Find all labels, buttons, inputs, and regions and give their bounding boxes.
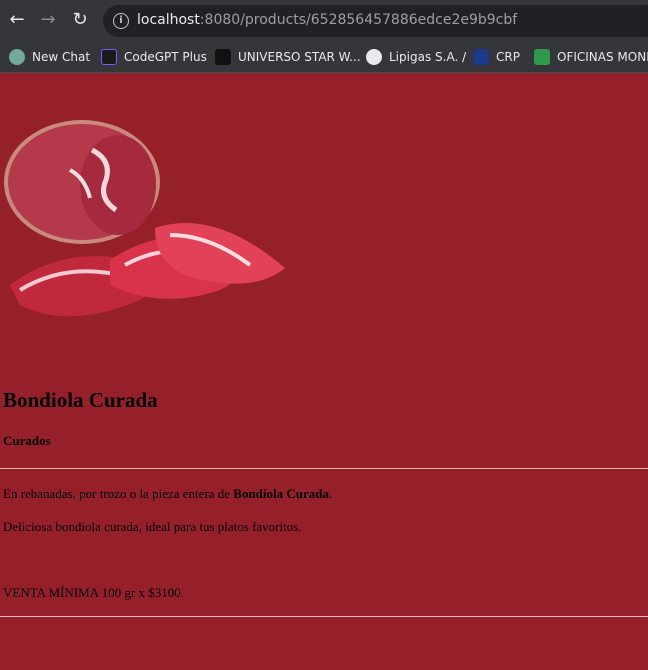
intro-suffix: . <box>329 486 333 501</box>
bookmark-label: OFICINAS MONDA <box>557 50 648 64</box>
intro-text: En rebanadas, por trozo o la pieza enter… <box>3 486 234 501</box>
bookmark-label: CRP <box>496 50 520 64</box>
plus-icon <box>534 49 550 65</box>
intro-product-name: Bondiola Curada <box>233 486 330 501</box>
bookmark-crp[interactable]: CRP <box>473 48 520 66</box>
bookmark-label: CodeGPT Plus <box>124 50 207 64</box>
product-description: Deliciosa bondiola curada, ideal para tu… <box>3 519 302 534</box>
starwars-icon <box>215 49 231 65</box>
product-category: Curados <box>3 433 51 448</box>
bookmark-new-chat[interactable]: New Chat <box>9 48 90 66</box>
eu-flag-icon <box>473 49 489 65</box>
minimum-sale-info: VENTA MÍNIMA 100 gr x $3100. <box>3 585 184 600</box>
divider <box>0 616 648 617</box>
back-arrow-icon[interactable]: ← <box>6 9 28 31</box>
browser-toolbar: ← → ↻ i localhost:8080/products/65285645… <box>0 0 648 42</box>
url-path: :8080/products/652856457886edce2e9b9cbf <box>199 12 518 28</box>
bookmark-universo-star[interactable]: UNIVERSO STAR W... <box>215 48 361 66</box>
bookmark-oficinas[interactable]: OFICINAS MONDA <box>534 48 648 66</box>
bookmark-label: UNIVERSO STAR W... <box>238 50 361 64</box>
forward-arrow-icon[interactable]: → <box>37 9 59 31</box>
divider <box>0 468 648 469</box>
bookmark-label: Lipigas S.A. / <box>389 50 467 64</box>
reload-icon[interactable]: ↻ <box>69 9 91 31</box>
url-text[interactable]: localhost:8080/products/652856457886edce… <box>137 12 517 28</box>
openai-icon <box>9 49 25 65</box>
product-title: Bondiola Curada <box>3 388 158 412</box>
bookmarks-bar: New Chat CodeGPT Plus UNIVERSO STAR W...… <box>0 42 648 73</box>
codegpt-icon <box>101 49 117 65</box>
url-host: localhost <box>137 12 200 28</box>
address-bar[interactable]: i localhost:8080/products/652856457886ed… <box>103 5 648 37</box>
bookmark-codegpt[interactable]: CodeGPT Plus <box>101 48 207 66</box>
product-intro: En rebanadas, por trozo o la pieza enter… <box>3 486 332 502</box>
info-icon[interactable]: i <box>113 13 129 29</box>
bookmark-label: New Chat <box>32 50 91 64</box>
bookmark-lipigas[interactable]: Lipigas S.A. / <box>366 48 466 66</box>
globe-icon <box>366 49 382 65</box>
product-image <box>4 120 285 317</box>
